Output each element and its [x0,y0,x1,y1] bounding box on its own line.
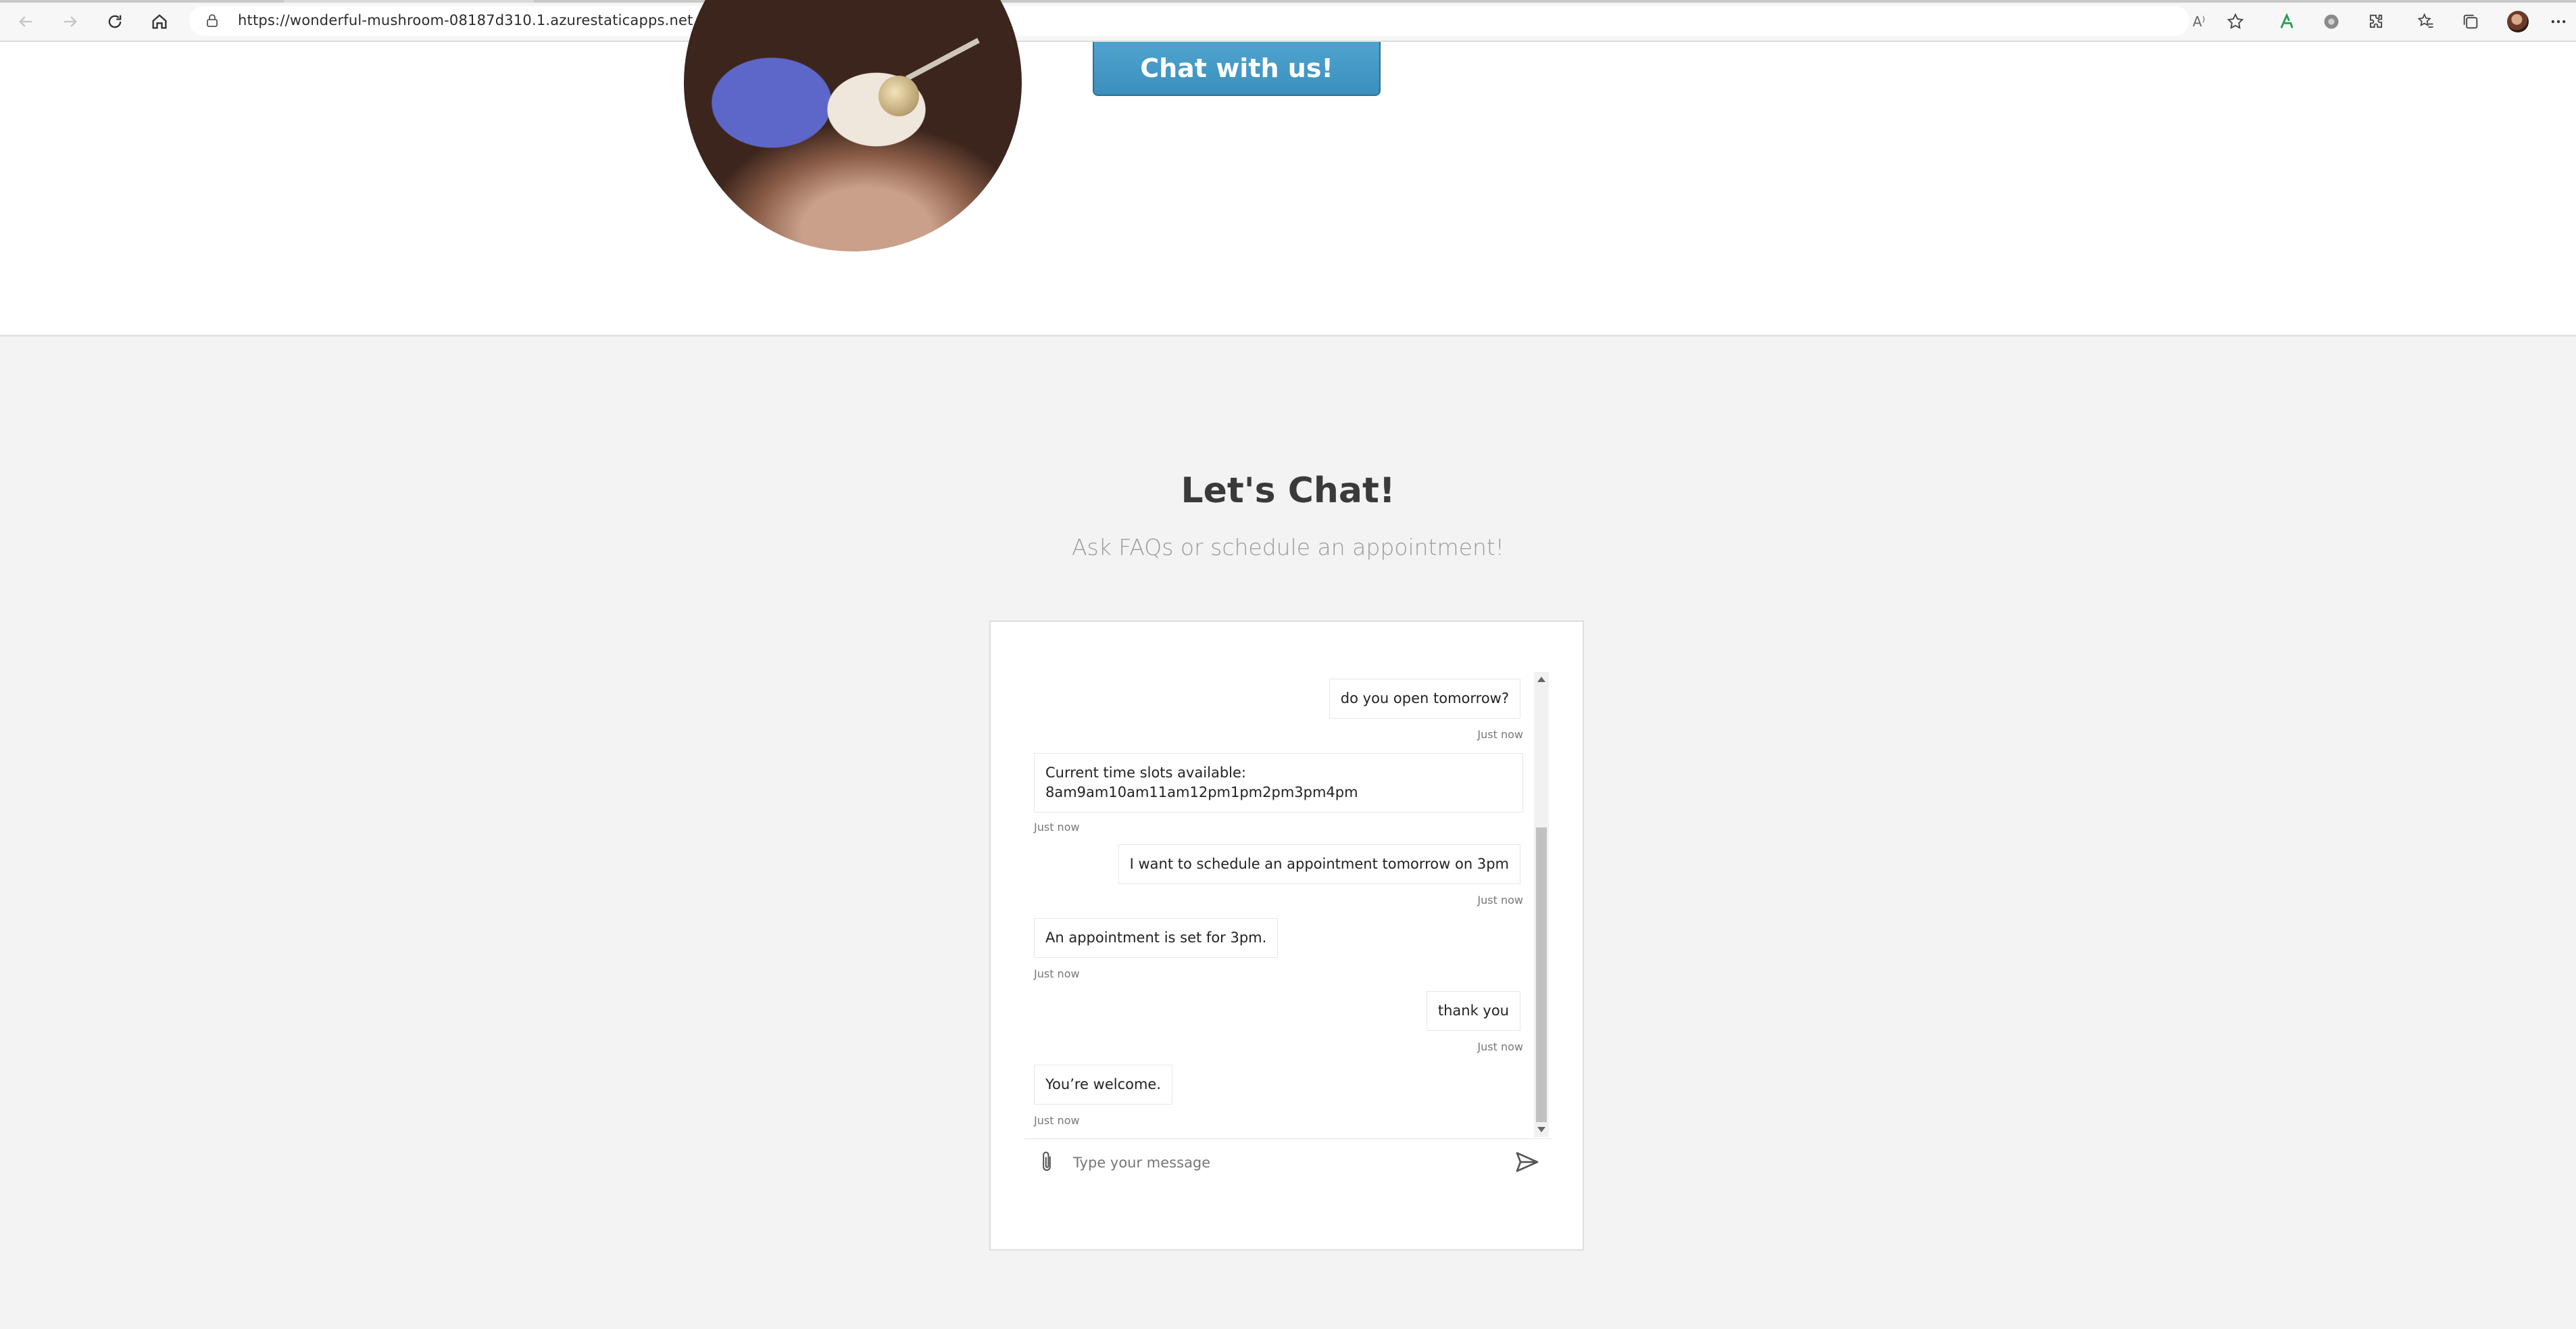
transcript-scrollbar[interactable] [1534,672,1549,1137]
message-timestamp: Just now [1034,967,1080,980]
message-timestamp: Just now [1477,728,1523,741]
reload-button[interactable] [101,8,128,35]
home-icon [152,14,167,29]
extensions-button[interactable] [2364,9,2388,34]
chat-transcript[interactable]: do you open tomorrow? Just now Current t… [991,622,1585,1171]
refresh-icon [108,15,122,28]
browser-toolbar: https://wonderful-mushroom-08187d310.1.a… [0,0,2576,42]
favorites-icon [2417,13,2433,28]
message-timestamp: Just now [1034,821,1080,833]
url-text: https://wonderful-mushroom-08187d310.1.a… [238,12,693,28]
hero-section: Chat with us! [0,0,2576,335]
arrow-right-icon [64,16,77,27]
star-add-icon [2227,13,2244,29]
forward-button[interactable] [57,8,84,35]
circle-extension-icon [2324,14,2339,29]
message-input[interactable] [1072,1147,1480,1178]
bot-message: An appointment is set for 3pm. [1034,918,1279,958]
paperclip-icon[interactable] [1037,1150,1057,1174]
home-button[interactable] [146,8,173,35]
message-timestamp: Just now [1034,1114,1080,1127]
message-text: You’re welcome. [1045,1076,1162,1092]
address-bar[interactable]: https://wonderful-mushroom-08187d310.1.a… [189,6,2189,36]
section-title: Let's Chat! [1181,470,1395,511]
extension-grammar-button[interactable] [2275,9,2299,34]
chat-widget: do you open tomorrow? Just now Current t… [989,621,1584,1251]
favorites-bar-button[interactable] [2414,9,2438,34]
message-timestamp: Just now [1477,1040,1523,1053]
message-text: 8am9am10am11am12pm1pm2pm3pm4pm [1045,784,1358,800]
bot-message: Current time slots available: 8am9am10am… [1034,753,1523,813]
arrow-left-icon [19,16,32,27]
settings-menu-button[interactable] [2546,9,2571,34]
back-button[interactable] [12,8,39,35]
collections-button[interactable] [2458,9,2483,34]
tab-strip [0,0,2576,3]
caret-up-icon [1537,677,1545,682]
message-text: do you open tomorrow? [1340,690,1509,706]
message-text: I want to schedule an appointment tomorr… [1129,856,1509,872]
lock-icon [207,14,218,27]
message-text: Current time slots available: [1045,765,1247,781]
a-logo-icon [2280,13,2294,28]
user-message: thank you [1426,991,1520,1031]
scroll-thumb[interactable] [1536,827,1547,1122]
extension-circle-button[interactable] [2319,9,2344,34]
user-message: do you open tomorrow? [1329,679,1520,719]
user-message: I want to schedule an appointment tomorr… [1118,844,1520,884]
dentist-photo [684,0,1022,251]
message-text: thank you [1437,1002,1509,1019]
chat-section: Let's Chat! Ask FAQs or schedule an appo… [0,335,2576,1329]
chat-with-us-button[interactable]: Chat with us! [1093,42,1381,96]
collections-icon [2463,14,2478,29]
read-aloud-icon: A⁾ [2192,14,2206,30]
scroll-up-button[interactable] [1534,672,1549,687]
profile-button[interactable] [2506,9,2530,34]
message-timestamp: Just now [1477,894,1523,907]
more-dots-icon [2551,20,2566,24]
profile-avatar [2507,11,2529,32]
section-subtitle: Ask FAQs or schedule an appointment! [1071,534,1505,560]
read-aloud-button[interactable]: A⁾ [2187,9,2211,34]
bot-message: You’re welcome. [1034,1065,1173,1105]
scroll-down-button[interactable] [1534,1122,1549,1137]
caret-down-icon [1537,1127,1545,1132]
send-icon[interactable] [1514,1149,1541,1176]
puzzle-icon [2369,14,2383,28]
message-text: An appointment is set for 3pm. [1045,929,1267,946]
message-composer [1024,1138,1552,1185]
favorite-button[interactable] [2223,9,2248,34]
